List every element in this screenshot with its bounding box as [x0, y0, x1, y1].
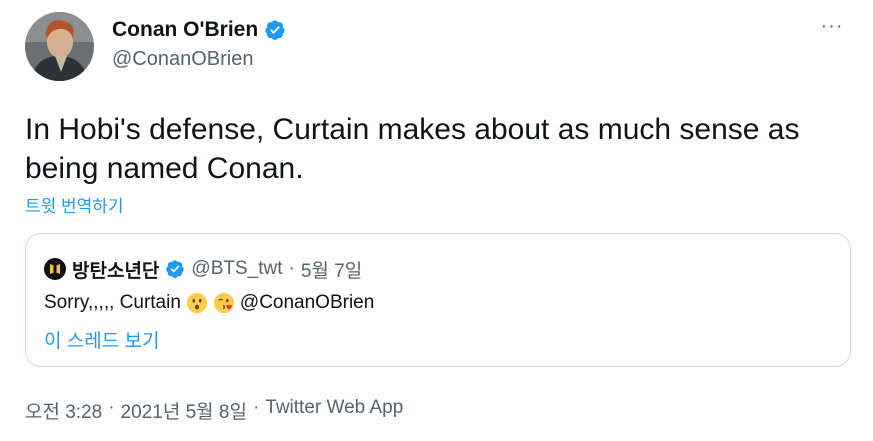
tweet-client-link[interactable]: Twitter Web App — [265, 397, 403, 424]
translate-tweet-link[interactable]: 트윗 번역하기 — [25, 192, 124, 217]
quoted-display-name: 방탄소년단 — [72, 260, 160, 282]
author-name-row: Conan O'Brien — [112, 17, 286, 43]
footer-separator: · — [252, 397, 260, 418]
avatar-image — [25, 12, 94, 81]
avatar[interactable] — [25, 12, 94, 81]
hushed-face-emoji-icon — [186, 292, 207, 314]
quoted-avatar — [44, 258, 66, 280]
face-blowing-kiss-emoji-icon — [213, 292, 234, 314]
tweet-date[interactable]: 2021년 5월 8일 — [121, 397, 247, 424]
verified-badge-icon — [166, 260, 185, 279]
quoted-tweet-header: 방탄소년단 @BTS_twt · 5월 7일 — [44, 256, 362, 282]
tweet: Conan O'Brien @ConanOBrien ··· In Hobi's… — [0, 0, 873, 441]
tweet-footer: 오전 3:28 · 2021년 5월 8일 · Twitter Web App — [25, 397, 403, 424]
author-display-name[interactable]: Conan O'Brien — [112, 18, 258, 42]
quoted-date: 5월 7일 — [300, 260, 363, 282]
quoted-tweet[interactable]: 방탄소년단 @BTS_twt · 5월 7일 Sorry,,,,, Curtai… — [25, 233, 851, 367]
tweet-time[interactable]: 오전 3:28 — [25, 397, 102, 424]
more-options-icon[interactable]: ··· — [817, 14, 847, 38]
tweet-text: In Hobi's defense, Curtain makes about a… — [25, 113, 800, 185]
quoted-handle: @BTS_twt — [191, 258, 283, 279]
quoted-text-prefix: Sorry,,,,, Curtain — [44, 292, 181, 313]
bts-logo-icon — [50, 264, 60, 274]
author-handle[interactable]: @ConanOBrien — [112, 48, 253, 71]
show-thread-link[interactable]: 이 스레드 보기 — [44, 326, 159, 353]
quoted-mention-link[interactable]: @ConanOBrien — [240, 292, 374, 314]
quoted-tweet-text: Sorry,,,,, Curtain @ConanOBrien — [44, 292, 374, 314]
footer-separator: · — [108, 397, 115, 418]
quoted-separator: · — [288, 258, 295, 279]
verified-badge-icon — [265, 20, 285, 40]
